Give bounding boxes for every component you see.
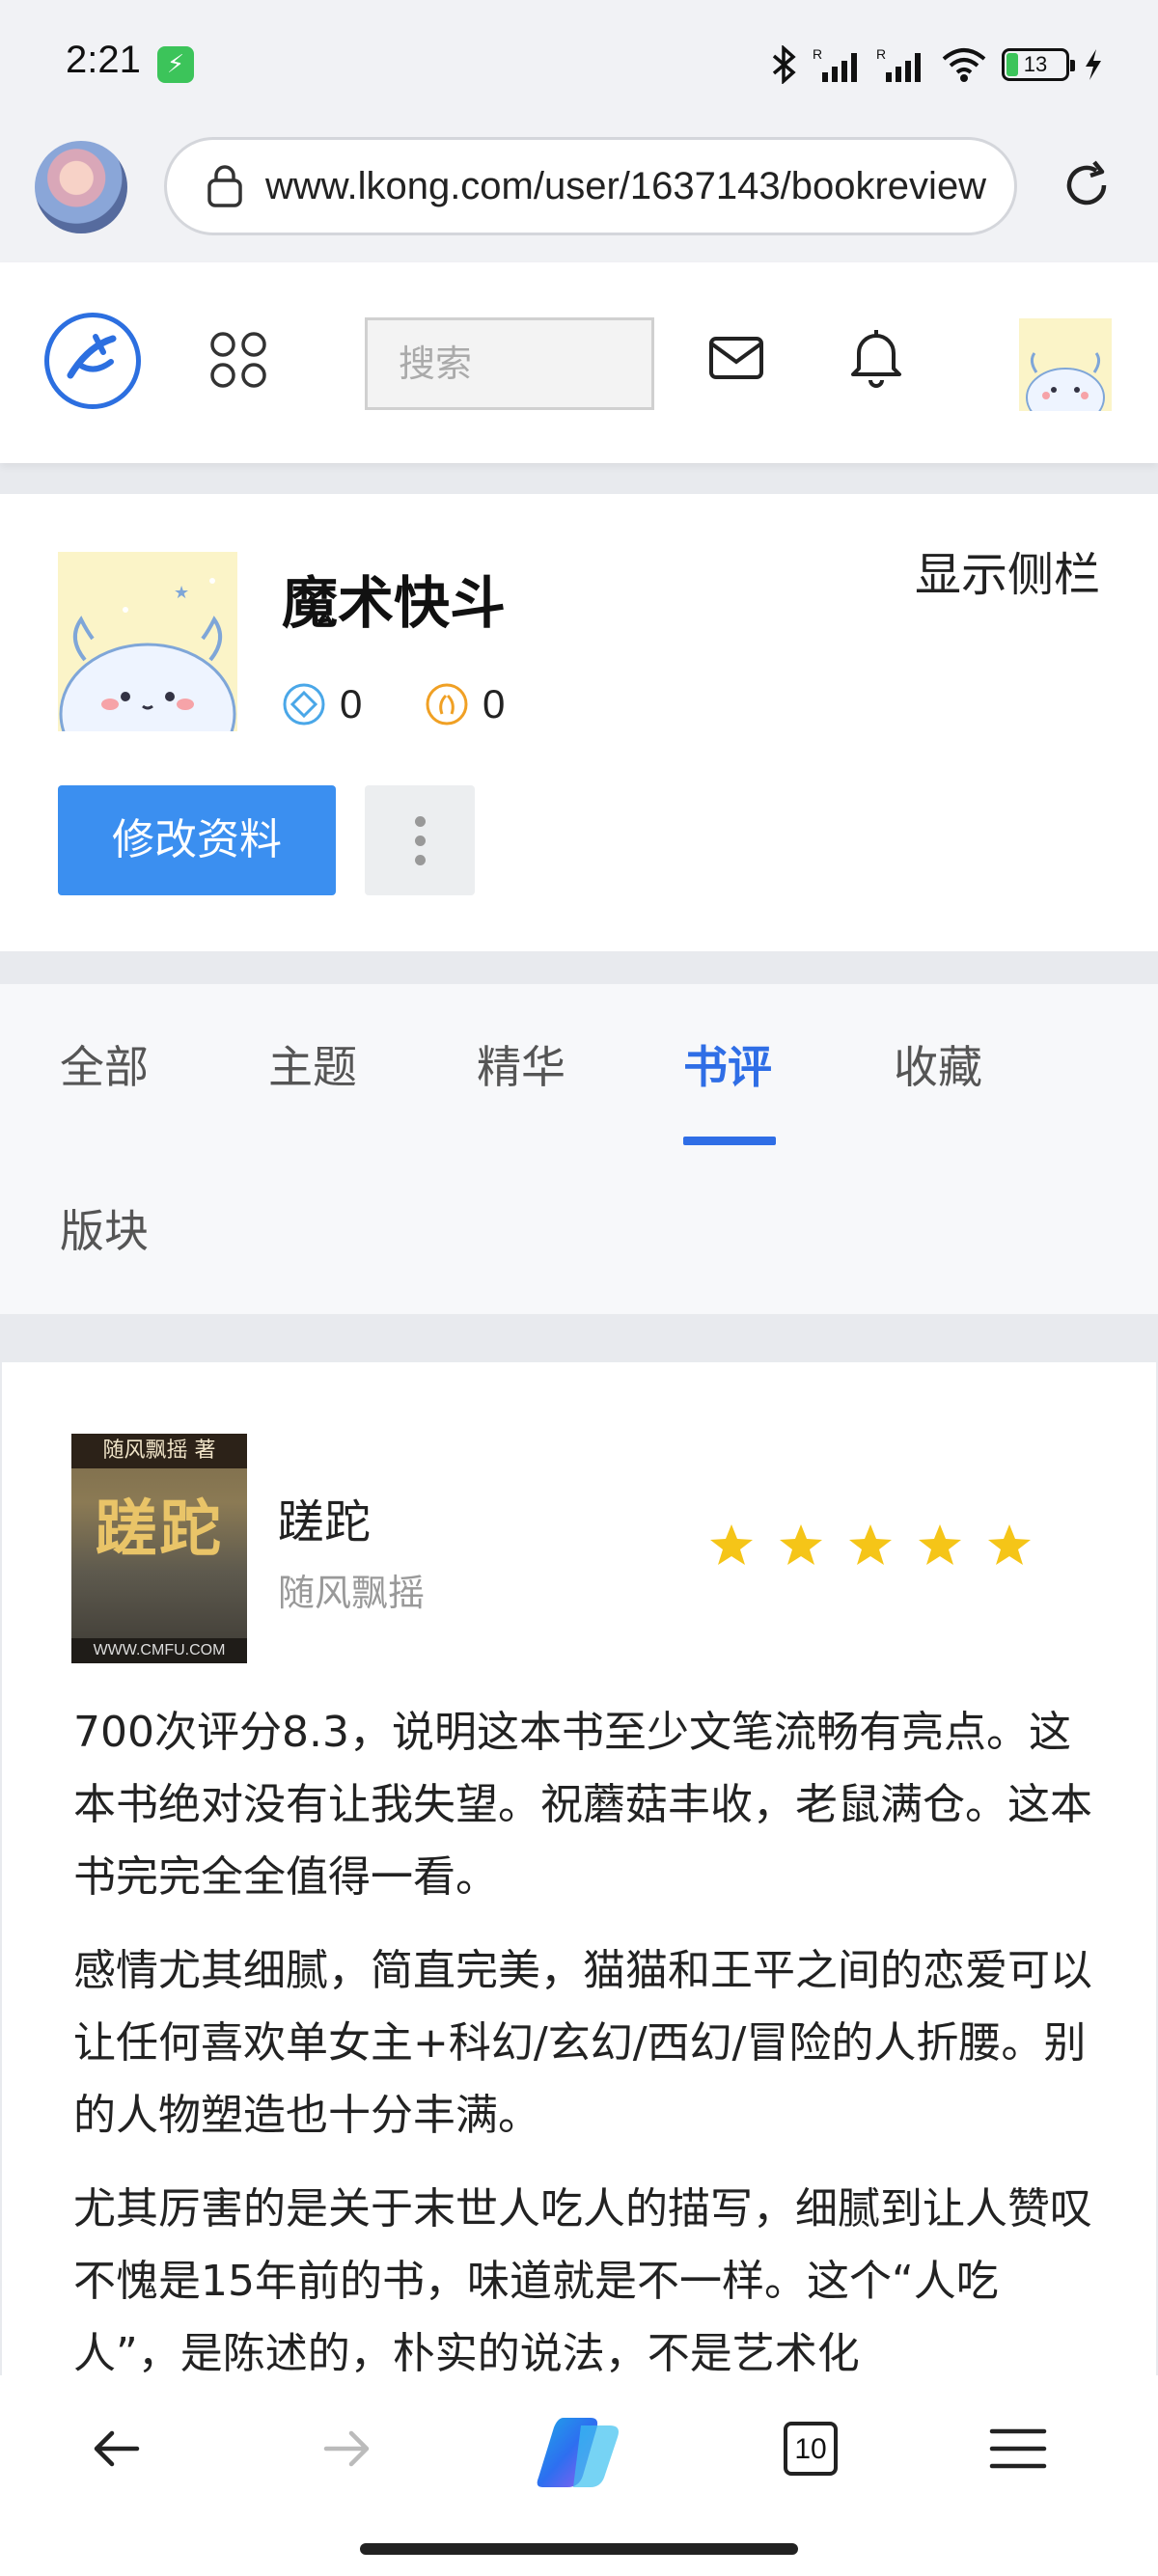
more-dot	[414, 815, 426, 827]
status-icons: R R 13	[770, 39, 1104, 91]
more-dot	[414, 835, 426, 846]
diamond-count: 0	[340, 681, 363, 726]
wifi-icon	[942, 48, 986, 82]
profile-card: ★ 魔术快斗 显示侧栏 0 0 修改资料	[0, 494, 1158, 951]
profile-tabs: 全部 主题 精华 书评 收藏 版块	[0, 984, 1158, 1314]
review-body: 700次评分8.3，说明这本书至少文笔流畅有亮点。这本书绝对没有让我失望。祝蘑菇…	[73, 1696, 1096, 2375]
rating-stars	[708, 1522, 1033, 1567]
edit-profile-button[interactable]: 修改资料	[58, 785, 336, 895]
diamond-stat: 0	[282, 681, 362, 727]
cover-band: 随风飘摇 著	[71, 1434, 247, 1468]
reload-icon[interactable]	[1058, 156, 1116, 214]
star-icon	[710, 1524, 753, 1565]
bell-icon[interactable]	[847, 326, 905, 388]
browser-bottom-nav: 10	[0, 2375, 1158, 2576]
address-bar[interactable]: www.lkong.com/user/1637143/bookreview	[164, 137, 1017, 235]
site-logo[interactable]	[44, 313, 141, 409]
review-paragraph: 尤其厉害的是关于末世人吃人的描写，细腻到让人赞叹不愧是15年前的书，味道就是不一…	[73, 2184, 1092, 2375]
lock-icon	[207, 165, 242, 207]
more-dot	[414, 854, 426, 865]
star-icon	[849, 1524, 892, 1565]
user-avatar[interactable]	[1019, 318, 1112, 411]
tab-boards[interactable]: 版块	[60, 1196, 149, 1260]
profile-username: 魔术快斗	[282, 570, 507, 636]
browser-profile-avatar[interactable]	[35, 141, 127, 233]
cover-title: 蹉跎	[96, 1494, 223, 1566]
tab-featured[interactable]: 精华	[477, 1032, 565, 1096]
browser-toolbar: www.lkong.com/user/1637143/bookreview	[0, 131, 1158, 262]
show-sidebar-button[interactable]: 显示侧栏	[915, 536, 1100, 604]
review-paragraph: 700次评分8.3，说明这本书至少文笔流畅有亮点。这本书绝对没有让我失望。祝蘑菇…	[73, 1708, 1092, 1902]
star-icon	[780, 1524, 822, 1565]
svg-text:★: ★	[174, 583, 189, 603]
cover-footer: WWW.CMFU.COM	[71, 1638, 247, 1663]
bluetooth-icon	[772, 45, 796, 84]
star-icon	[988, 1524, 1031, 1565]
diamond-icon	[283, 683, 325, 726]
status-time: 2:21	[66, 39, 141, 81]
status-bar: 2:21 ⚡ R R 13	[0, 0, 1158, 131]
copilot-icon[interactable]	[535, 2414, 623, 2491]
charging-icon: ⚡	[157, 46, 194, 83]
coin-icon	[426, 683, 468, 726]
apps-grid-icon[interactable]	[208, 330, 268, 390]
forward-arrow-icon[interactable]	[320, 2422, 374, 2476]
active-tab-indicator	[683, 1137, 776, 1145]
search-input[interactable]: 搜索	[365, 317, 654, 410]
profile-avatar: ★	[58, 552, 237, 731]
book-cover[interactable]: 随风飘摇 著 蹉跎 WWW.CMFU.COM	[71, 1434, 247, 1663]
charging-bolt-icon	[1086, 49, 1101, 80]
signal-1-icon: R	[813, 46, 857, 82]
battery-icon: 13	[1002, 48, 1075, 81]
svg-text:R: R	[876, 46, 886, 62]
coin-count: 0	[482, 681, 506, 726]
site-header: 搜索	[0, 262, 1158, 463]
more-options-button[interactable]	[365, 785, 475, 895]
review-paragraph: 感情尤其细腻，简直完美，猫猫和王平之间的恋爱可以让任何喜欢单女主+科幻/玄幻/西…	[73, 1946, 1092, 2140]
home-indicator[interactable]	[360, 2543, 798, 2555]
back-arrow-icon[interactable]	[89, 2422, 143, 2476]
tab-count-button[interactable]: 10	[784, 2422, 838, 2476]
tab-favorites[interactable]: 收藏	[894, 1032, 982, 1096]
coin-stat: 0	[425, 681, 505, 727]
signal-2-icon: R	[876, 46, 921, 82]
book-title[interactable]: 蹉跎	[278, 1484, 371, 1551]
url-text: www.lkong.com/user/1637143/bookreview	[265, 164, 987, 207]
battery-level: 13	[1023, 52, 1048, 76]
tab-book-reviews[interactable]: 书评	[683, 1032, 772, 1096]
svg-text:R: R	[813, 46, 822, 62]
menu-icon[interactable]	[988, 2422, 1048, 2476]
review-card: 随风飘摇 著 蹉跎 WWW.CMFU.COM 蹉跎 随风飘摇 700次评分8.3…	[2, 1362, 1156, 2375]
book-author[interactable]: 随风飘摇	[278, 1563, 425, 1616]
mail-icon[interactable]	[708, 336, 764, 380]
tab-all[interactable]: 全部	[60, 1032, 149, 1096]
star-icon	[919, 1524, 961, 1565]
tab-topics[interactable]: 主题	[268, 1032, 357, 1096]
